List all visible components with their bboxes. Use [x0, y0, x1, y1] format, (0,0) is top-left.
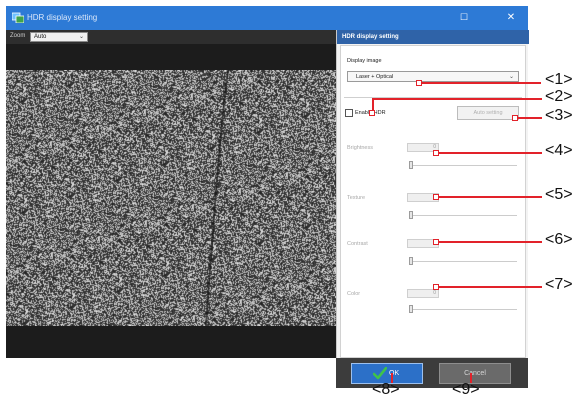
texture-slider-track [409, 215, 517, 216]
app-icon [12, 12, 24, 23]
auto-setting-button[interactable]: Auto setting [457, 106, 519, 120]
zoom-label: Zoom [10, 33, 26, 39]
close-button[interactable]: ✕ [502, 10, 520, 25]
screenshot-root: HDR display setting ☐ ✕ Zoom Auto ⌄ HDR … [0, 0, 586, 401]
chevron-down-icon: ⌄ [508, 74, 514, 80]
callout-marker-4 [433, 150, 439, 156]
callout-5: <5> [545, 186, 573, 203]
brightness-slider-track [409, 165, 517, 166]
dialog-button-bar: OK Cancel [336, 358, 528, 388]
enable-hdr-checkbox[interactable] [345, 109, 353, 117]
zoom-select[interactable]: Auto ⌄ [30, 32, 88, 42]
display-image-label: Display image [347, 58, 382, 64]
zoom-toolbar: Zoom Auto ⌄ [6, 30, 336, 44]
contrast-slider-track [409, 261, 517, 262]
callout-line-3 [517, 117, 542, 119]
display-image-value: Laser + Optical [356, 74, 394, 80]
callout-marker-1 [416, 80, 422, 86]
maximize-icon: ☐ [459, 12, 469, 22]
callout-3: <3> [545, 107, 573, 124]
chevron-down-icon: ⌄ [78, 34, 84, 40]
window-title: HDR display setting [27, 13, 98, 22]
image-area [6, 44, 336, 358]
callout-marker-7 [433, 284, 439, 290]
panel-body: Display image Laser + Optical ⌄ Enable H… [340, 45, 526, 358]
callout-line-6 [438, 241, 542, 243]
callout-marker-3 [512, 115, 518, 121]
callout-7: <7> [545, 276, 573, 293]
brightness-label: Brightness [347, 145, 373, 151]
callout-line-2b [372, 98, 542, 100]
callout-1: <1> [545, 71, 573, 88]
callout-marker-5 [433, 194, 439, 200]
brightness-slider-thumb[interactable] [409, 161, 413, 169]
panel-header: HDR display setting [337, 30, 529, 44]
measurement-image[interactable] [6, 70, 336, 326]
contrast-slider-thumb[interactable] [409, 257, 413, 265]
callout-line-4 [438, 152, 542, 154]
color-label: Color [347, 291, 361, 297]
texture-slider-thumb[interactable] [409, 211, 413, 219]
callout-marker-2 [369, 110, 375, 116]
callout-6: <6> [545, 231, 573, 248]
callout-marker-6 [433, 239, 439, 245]
texture-label: Texture [347, 195, 366, 201]
callout-2: <2> [545, 88, 573, 105]
callout-line-5 [438, 196, 542, 198]
color-slider-track [409, 309, 517, 310]
color-value[interactable]: 0 [407, 289, 439, 298]
callout-4: <4> [545, 142, 573, 159]
maximize-button[interactable]: ☐ [455, 10, 473, 25]
zoom-value: Auto [34, 34, 47, 40]
display-image-select[interactable]: Laser + Optical ⌄ [347, 71, 519, 82]
title-bar: HDR display setting ☐ ✕ [6, 6, 528, 30]
callout-line-1 [421, 82, 541, 84]
checkmark-icon [373, 367, 387, 380]
image-pane: Zoom Auto ⌄ [6, 30, 336, 358]
color-slider-thumb[interactable] [409, 305, 413, 313]
callout-line-7 [438, 286, 542, 288]
callout-8: <8> [372, 381, 400, 398]
settings-pane: HDR display setting Display image Laser … [336, 30, 529, 358]
callout-9: <9> [452, 381, 480, 398]
close-icon: ✕ [506, 12, 516, 23]
contrast-label: Contrast [347, 241, 368, 247]
